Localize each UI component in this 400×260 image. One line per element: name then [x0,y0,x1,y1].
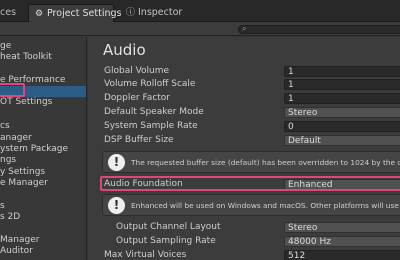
audio-foundation-highlight [100,176,400,191]
settings-toolbar: ⌕ [0,22,400,36]
settings-sidebar: ge heat Toolkit e Performance OT Setting… [0,37,87,260]
exclamation-icon: ! [108,197,125,214]
max-virtual-voices-label: Max Virtual Voices [104,250,187,260]
sidebar-item[interactable]: s [0,201,5,212]
global-volume-label: Global Volume [104,66,170,76]
speaker-mode-label: Default Speaker Mode [104,107,204,117]
help-text: Enhanced will be used on Windows and mac… [131,201,400,210]
page-title: Audio [103,41,146,59]
doppler-factor-label: Doppler Factor [104,93,171,103]
max-virtual-voices-field[interactable]: 512 [284,250,400,260]
tab-inspector[interactable]: ⓘ Inspector [120,4,192,22]
tab-preferences[interactable]: ces [0,4,22,22]
window-tab-bar: ces ⚙ Project Settings ⓘ Inspector [0,0,400,22]
output-channel-layout-label: Output Channel Layout [116,222,221,232]
gear-icon: ⚙ [35,9,44,19]
tab-preferences-label: ces [0,7,17,18]
dsp-buffer-dropdown[interactable]: Default [284,135,400,146]
tab-project-settings[interactable]: ⚙ Project Settings [28,4,122,22]
speaker-mode-dropdown[interactable]: Stereo [284,107,400,118]
sidebar-item[interactable]: Manager [0,235,39,246]
sidebar-item[interactable]: y Settings [0,167,45,178]
sample-rate-label: System Sample Rate [104,121,198,131]
sidebar-item[interactable]: Auditor [0,246,33,257]
sidebar-item[interactable]: heat Toolkit [0,52,52,63]
tab-project-settings-label: Project Settings [47,8,122,19]
tab-inspector-label: Inspector [138,7,183,18]
search-icon: ⌕ [242,24,247,33]
sidebar-item[interactable]: ngs [0,155,16,166]
doppler-factor-field[interactable]: 1 [284,93,400,104]
help-text: The requested buffer size (default) has … [131,158,400,167]
search-input[interactable]: ⌕ [238,24,400,34]
sidebar-item[interactable]: ystem Package [0,144,68,155]
sidebar-item[interactable]: OT Settings [0,97,52,108]
help-box: ! Enhanced will be used on Windows and m… [102,194,400,216]
sample-rate-field[interactable]: 0 [284,121,400,132]
sidebar-item[interactable]: cs [0,121,10,132]
sidebar-item[interactable]: s 2D [0,212,20,223]
sidebar-selection-outline [0,83,25,97]
global-volume-field[interactable]: 1 [284,66,400,77]
exclamation-icon: ! [108,154,125,171]
output-sampling-rate-dropdown[interactable]: 48000 Hz [284,236,400,247]
output-sampling-rate-label: Output Sampling Rate [116,236,216,246]
output-channel-layout-dropdown[interactable]: Stereo [284,222,400,233]
help-box: ! The requested buffer size (default) ha… [102,151,400,173]
dsp-buffer-label: DSP Buffer Size [104,135,174,145]
info-icon: ⓘ [126,8,136,18]
sidebar-item[interactable]: e Manager [0,178,48,189]
audio-settings-panel: Audio Global Volume 1 Volume Rolloff Sca… [88,37,400,260]
sidebar-item[interactable]: ge [0,41,11,52]
volume-rolloff-label: Volume Rolloff Scale [104,79,196,89]
sidebar-item[interactable]: anager [0,133,32,144]
volume-rolloff-field[interactable]: 1 [284,79,400,90]
